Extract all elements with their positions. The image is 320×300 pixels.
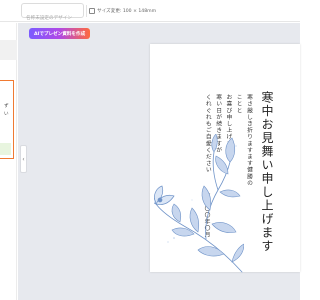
template-text: い [4, 112, 9, 117]
resize-label: サイズ変更: 100 × 148mm [97, 9, 157, 14]
resize-icon [89, 8, 95, 14]
greeting-card[interactable]: 寒中お見舞い申し上げます 寒さ厳しき折りますます健勝のことと お喜び申し上げます… [150, 44, 300, 274]
design-title-field[interactable] [21, 3, 84, 25]
card-title[interactable]: 寒中お見舞い申し上げます [260, 91, 274, 253]
template-text: ず [4, 104, 9, 109]
botanical-illustration[interactable] [154, 134, 244, 274]
design-canvas: ‹ AIでプレゼン資料を作成 寒中お見舞い申し上げます 寒さ厳しき折りますます健… [18, 23, 300, 300]
ai-presentation-button[interactable]: AIでプレゼン資料を作成 [29, 28, 91, 39]
top-toolbar: サイズ変更: 100 × 148mm [0, 0, 300, 25]
left-panel: ず い [0, 23, 17, 300]
panel-tag [0, 143, 11, 155]
collapse-panel-handle[interactable]: ‹ [20, 145, 27, 173]
branch [155, 203, 243, 273]
chevron-left-icon: ‹ [22, 155, 25, 163]
resize-button[interactable]: サイズ変更: 100 × 148mm [89, 5, 156, 17]
toolbar-divider [86, 5, 87, 17]
panel-card[interactable] [0, 40, 17, 60]
